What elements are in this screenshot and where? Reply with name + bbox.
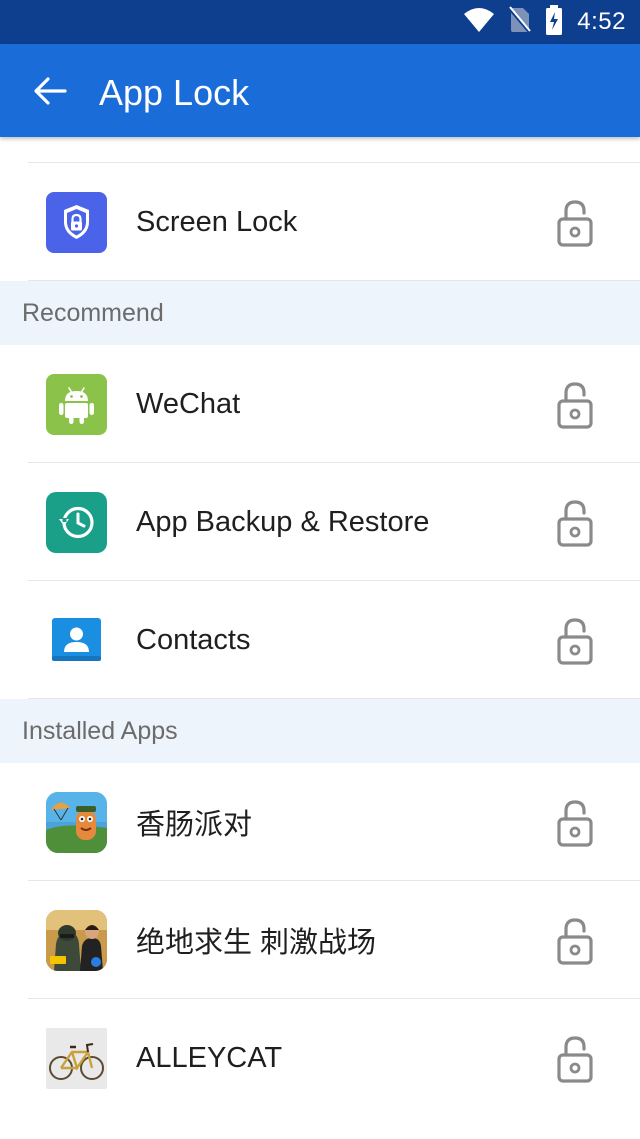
backup-restore-icon	[46, 492, 107, 553]
list-item-contacts[interactable]: Contacts	[0, 581, 640, 699]
back-button[interactable]	[30, 71, 70, 111]
section-header-recommend: Recommend	[0, 281, 640, 345]
app-bar: App Lock	[0, 44, 640, 137]
sausage-party-game-icon	[46, 792, 107, 853]
divider	[28, 280, 640, 281]
list-item-label: Screen Lock	[136, 205, 298, 238]
unlocked-padlock-icon[interactable]	[556, 499, 596, 547]
page-title: App Lock	[99, 72, 250, 113]
list-item-label: Contacts	[136, 623, 251, 656]
unlocked-padlock-icon[interactable]	[556, 799, 596, 847]
list-item-pubg[interactable]: 绝地求生 刺激战场	[0, 881, 640, 999]
unlocked-padlock-icon[interactable]	[556, 199, 596, 247]
divider	[28, 698, 640, 699]
list-item-label: 香肠派对	[136, 809, 253, 841]
bicycle-icon	[46, 1028, 107, 1089]
list-item-label: App Backup & Restore	[136, 505, 430, 538]
android-icon	[46, 374, 107, 435]
unlocked-padlock-icon[interactable]	[556, 617, 596, 665]
battery-charging-icon	[545, 4, 563, 40]
pubg-game-icon	[46, 910, 107, 971]
shield-lock-icon	[46, 192, 107, 253]
arrow-left-icon	[34, 77, 67, 105]
status-bar: 4:52	[0, 0, 640, 44]
wifi-icon	[463, 7, 495, 38]
no-sim-icon	[508, 5, 533, 39]
list-item-label: 绝地求生 刺激战场	[136, 927, 377, 959]
list-item-partial	[28, 137, 640, 163]
list-item-screen-lock[interactable]: Screen Lock	[0, 163, 640, 281]
list-item-label: WeChat	[136, 387, 241, 420]
status-time: 4:52	[577, 8, 626, 35]
section-header-installed-apps: Installed Apps	[0, 699, 640, 763]
list-item-sausage-party[interactable]: 香肠派对	[0, 763, 640, 881]
list-item-app-backup-restore[interactable]: App Backup & Restore	[0, 463, 640, 581]
unlocked-padlock-icon[interactable]	[556, 381, 596, 429]
list-item-alleycat[interactable]: ALLEYCAT	[0, 999, 640, 1117]
contacts-icon	[46, 610, 107, 671]
app-list: Screen Lock Recommend WeChat App Backup …	[0, 137, 640, 1117]
unlocked-padlock-icon[interactable]	[556, 1035, 596, 1083]
list-item-label: ALLEYCAT	[136, 1041, 283, 1074]
unlocked-padlock-icon[interactable]	[556, 917, 596, 965]
list-item-wechat[interactable]: WeChat	[0, 345, 640, 463]
status-icons: 4:52	[463, 0, 626, 44]
